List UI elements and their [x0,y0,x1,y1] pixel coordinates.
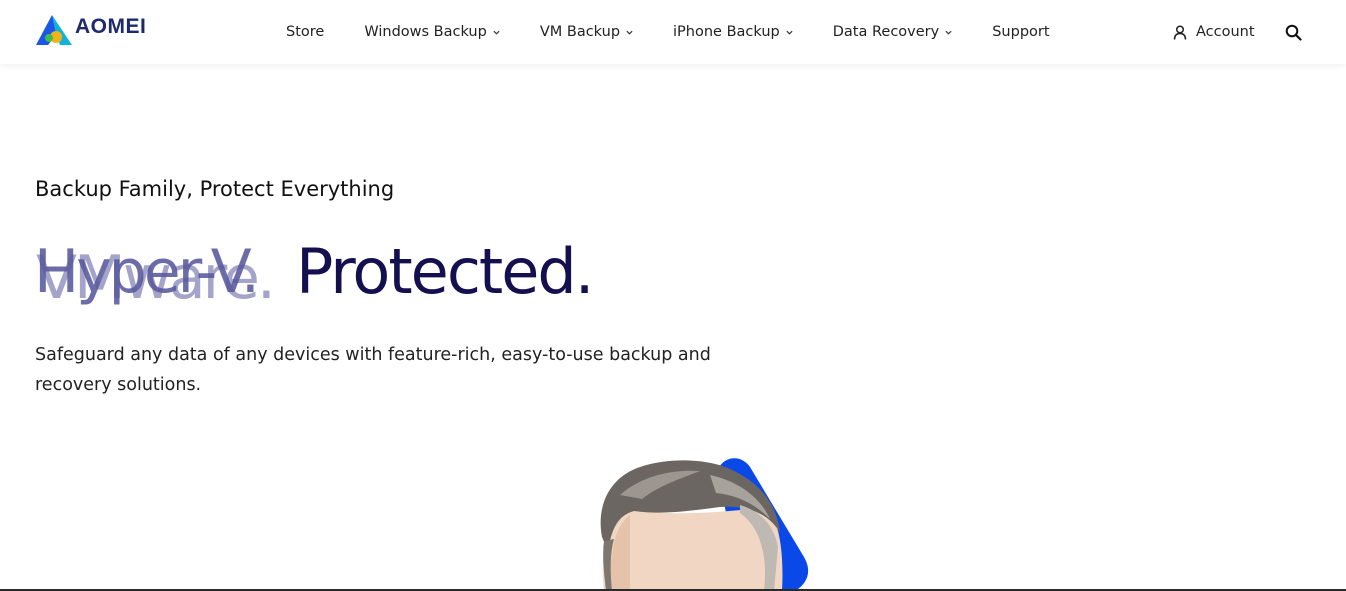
aomei-logo[interactable]: AOMEI [34,12,146,46]
hero-subtext: Safeguard any data of any devices with f… [35,345,711,395]
nav-item-label: Store [286,24,325,40]
account-label: Account [1196,24,1255,40]
hero-eyebrow: Backup Family, Protect Everything [35,177,395,201]
nav-item-windows-backup[interactable]: Windows Backup [364,24,500,40]
rotating-word: VMware. [36,243,276,313]
user-icon [1173,24,1187,40]
nav-item-support[interactable]: Support [992,24,1049,40]
nav-item-vm-backup[interactable]: VM Backup [540,24,633,40]
nav-item-data-recovery[interactable]: Data Recovery [833,24,952,40]
chevron-down-icon [626,30,633,35]
account-link[interactable]: Account [1173,0,1255,64]
chevron-down-icon [493,30,500,35]
nav-item-label: Support [992,24,1050,40]
nav-item-label: iPhone Backup [673,24,780,40]
chevron-down-icon [786,30,793,35]
site-header: AOMEI Store Windows Backup VM Backup iPh… [0,0,1346,64]
nav-item-store[interactable]: Store [286,24,324,40]
nav-item-label: VM Backup [539,24,621,40]
aomei-logo-icon [36,15,72,45]
chevron-down-icon [945,30,952,35]
headline-protected: Protected. [296,235,594,308]
nav-item-label: Windows Backup [364,24,487,40]
brand-name: AOMEI [75,15,147,38]
hero-person-image [600,458,809,591]
search-icon[interactable] [1285,24,1302,41]
nav-item-iphone-backup[interactable]: iPhone Backup [673,24,793,40]
main-nav: Store Windows Backup VM Backup iPhone Ba… [286,0,1090,64]
nav-item-label: Data Recovery [832,24,940,40]
